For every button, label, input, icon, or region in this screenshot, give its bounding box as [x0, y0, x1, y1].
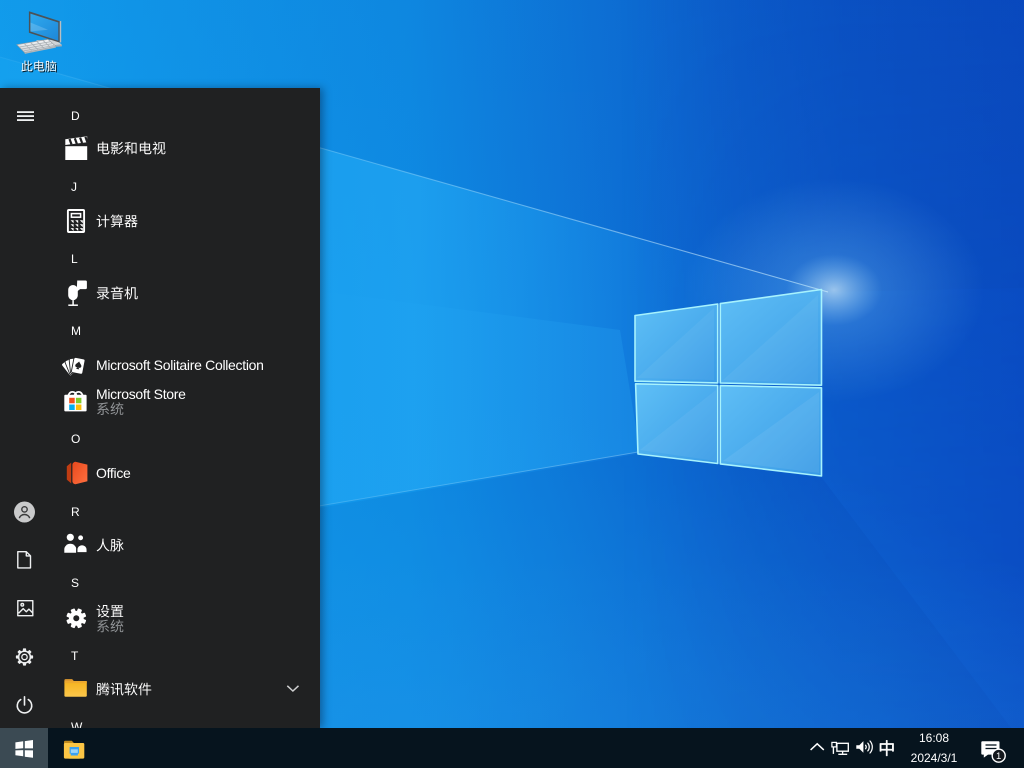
svg-text:1: 1 [996, 751, 1001, 762]
